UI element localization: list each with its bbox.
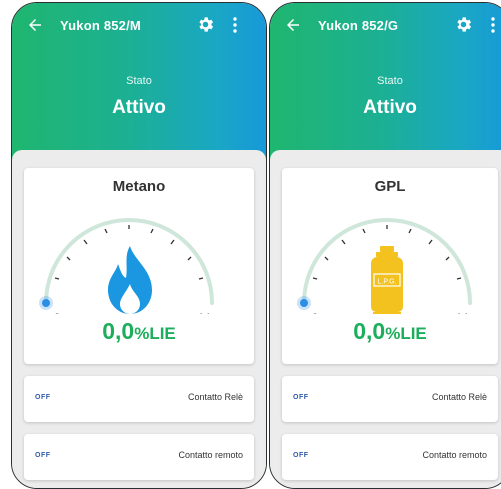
relay-state: OFF — [35, 394, 51, 401]
relay-label: Contatto Relè — [431, 392, 487, 402]
gauge-max-label: 14 — [456, 312, 468, 314]
status-label: Stato — [377, 75, 403, 87]
reading-value: 0,0 — [353, 318, 386, 344]
content-sheet: Metano 0 14 — [12, 150, 266, 488]
gauge-card: GPL 0 14 — [282, 168, 498, 364]
status-label: Stato — [126, 75, 152, 87]
gauge-card: Metano 0 14 — [24, 168, 254, 364]
gauge-indicator — [300, 299, 308, 307]
remote-contact-row[interactable]: OFF Contatto remoto — [24, 434, 254, 480]
relay-contact-row[interactable]: OFF Contatto Relè — [24, 376, 254, 422]
remote-label: Contatto remoto — [178, 450, 243, 460]
more-vertical-icon[interactable] — [233, 17, 237, 33]
gas-name: GPL — [374, 178, 406, 195]
gauge: 0 14 — [39, 218, 214, 314]
gear-icon[interactable] — [196, 15, 215, 34]
gas-reading: 0,0%LIE — [282, 318, 498, 345]
relay-state: OFF — [293, 394, 309, 401]
device-title: Yukon 852/M — [60, 18, 141, 33]
gauge-max-label: 14 — [198, 312, 210, 314]
remote-state: OFF — [293, 452, 309, 459]
content-sheet: GPL 0 14 — [270, 150, 501, 488]
gauge-min-label: 0 — [312, 312, 318, 314]
relay-label: Contatto Relè — [187, 392, 243, 402]
phone-screen-metano: Yukon 852/M Stato Attivo Metano 0,0%LIE … — [11, 2, 267, 489]
gas-reading: 0,0%LIE — [24, 318, 254, 345]
flame-icon — [108, 246, 152, 314]
more-vertical-icon[interactable] — [491, 17, 495, 33]
relay-contact-row[interactable]: OFF Contatto Relè — [282, 376, 498, 422]
remote-state: OFF — [35, 452, 51, 459]
device-title: Yukon 852/G — [318, 18, 399, 33]
back-arrow-icon[interactable] — [284, 16, 302, 34]
app-bar: Yukon 852/M — [12, 3, 266, 47]
gas-name: Metano — [112, 178, 166, 195]
phone-screen-gpl: Yukon 852/G Stato Attivo GPL L.P.G. 0,0%… — [269, 2, 501, 489]
cylinder-label: L.P.G. — [378, 279, 397, 286]
reading-unit: %LIE — [134, 324, 176, 343]
gauge-indicator — [42, 299, 50, 307]
reading-value: 0,0 — [102, 318, 135, 344]
gear-icon[interactable] — [454, 15, 473, 34]
reading-unit: %LIE — [385, 324, 427, 343]
status-value: Attivo — [112, 97, 166, 118]
gas-cylinder-icon: L.P.G. — [371, 246, 403, 314]
gauge: 0 14 L.P.G. — [297, 218, 472, 314]
gauge-min-label: 0 — [54, 312, 60, 314]
remote-label: Contatto remoto — [422, 450, 487, 460]
remote-contact-row[interactable]: OFF Contatto remoto — [282, 434, 498, 480]
back-arrow-icon[interactable] — [26, 16, 44, 34]
app-bar: Yukon 852/G — [270, 3, 501, 47]
status-value: Attivo — [363, 97, 417, 118]
